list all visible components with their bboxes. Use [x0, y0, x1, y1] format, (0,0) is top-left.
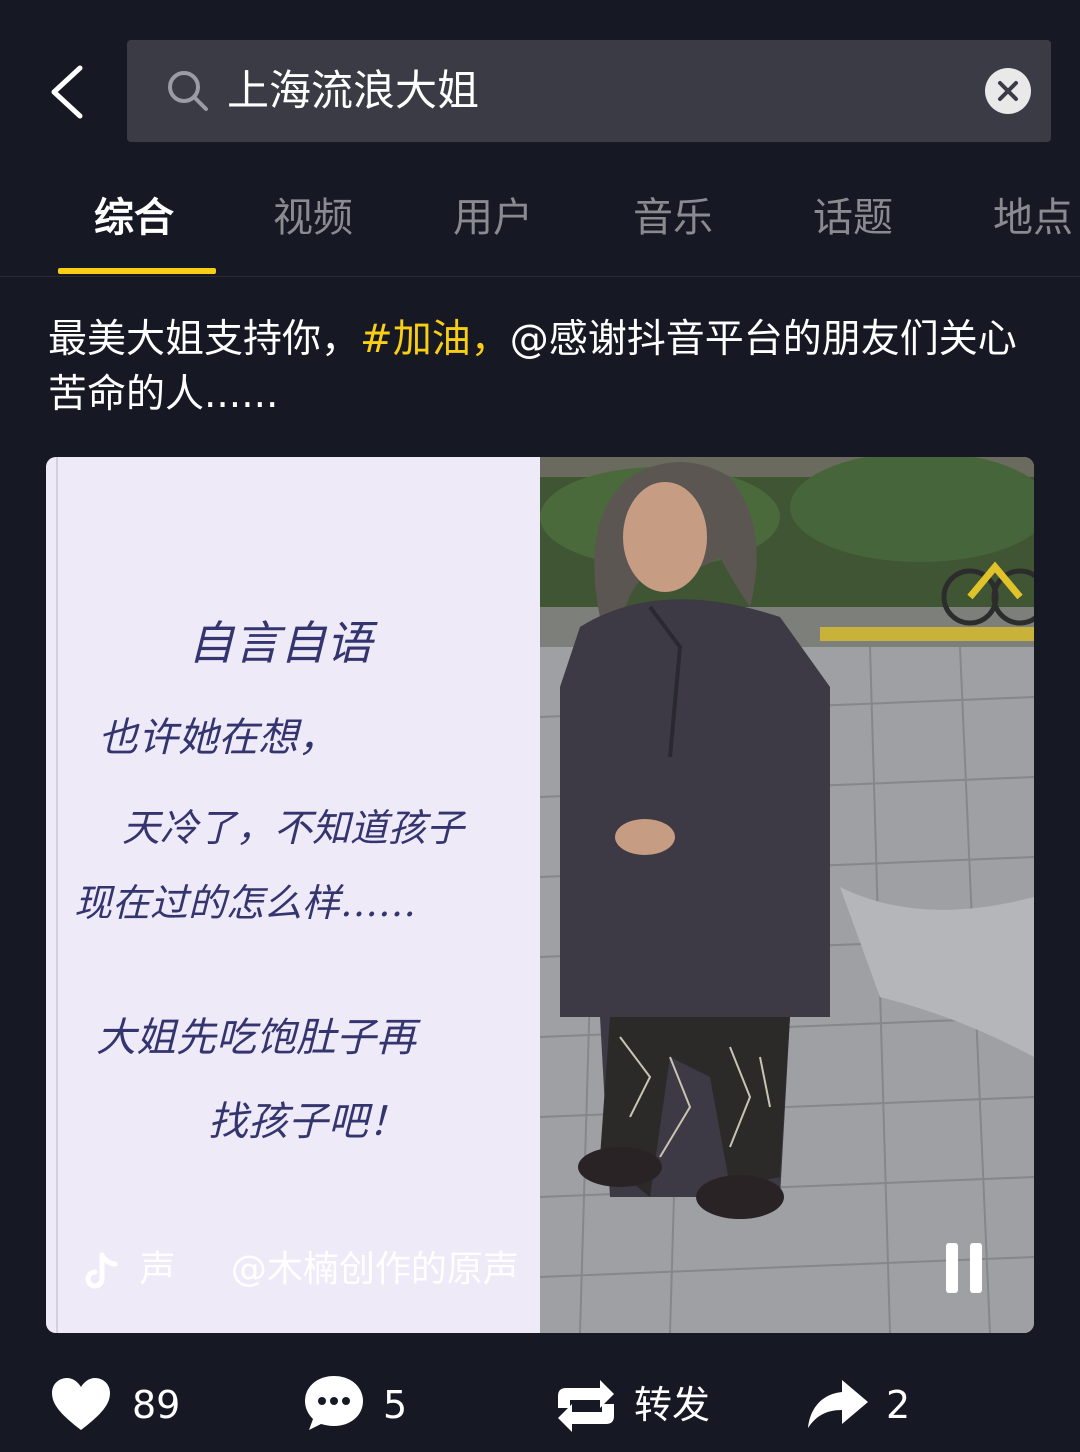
tab-topics[interactable]: 话题	[813, 190, 893, 246]
tab-general[interactable]: 综合	[94, 190, 174, 246]
music-title[interactable]: @木楠创作的原声	[231, 1249, 519, 1290]
search-query[interactable]: 上海流浪大姐	[227, 62, 479, 120]
search-icon	[168, 71, 208, 111]
pause-button[interactable]	[944, 1243, 986, 1293]
search-tabs: 综合 视频 用户 音乐 话题 地点	[0, 180, 1080, 277]
comment-icon[interactable]	[302, 1372, 366, 1434]
note-line: 找孩子吧！	[208, 1099, 408, 1145]
repost-icon[interactable]	[552, 1378, 620, 1434]
handwritten-note: 自言自语 也许她在想， 天冷了，不知道孩子 现在过的怎么样…… 大姐先吃饱肚子再…	[46, 457, 540, 1333]
top-bar: 上海流浪大姐	[0, 0, 1080, 180]
active-tab-indicator	[58, 268, 216, 274]
back-arrow-icon[interactable]	[40, 60, 100, 124]
pause-bar	[946, 1243, 958, 1293]
tab-music[interactable]: 音乐	[633, 190, 713, 246]
tab-places[interactable]: 地点	[993, 190, 1073, 246]
share-arrow-icon[interactable]	[806, 1378, 870, 1430]
music-prefix: 声	[139, 1249, 176, 1290]
caption-text: 最美大姐支持你，	[48, 317, 361, 362]
tab-users[interactable]: 用户	[453, 190, 533, 246]
share-count: 2	[886, 1383, 911, 1427]
video-photo-woman	[540, 457, 1034, 1333]
note-line: 现在过的怎么样……	[74, 881, 417, 925]
post-caption: 最美大姐支持你，#加油，@感谢抖音平台的朋友们关心苦命的人......	[48, 312, 1038, 422]
search-bar[interactable]: 上海流浪大姐	[127, 40, 1051, 142]
note-title: 自言自语	[188, 616, 372, 670]
pause-bar	[970, 1243, 982, 1293]
note-line: 也许她在想，	[98, 715, 338, 761]
hashtag-link[interactable]: #加油，	[360, 317, 510, 362]
music-info[interactable]: 声 @木楠创作的原声	[82, 1247, 519, 1293]
comment-count: 5	[383, 1383, 408, 1427]
paper-margin-line	[56, 457, 58, 1333]
video-player[interactable]: 自言自语 也许她在想， 天冷了，不知道孩子 现在过的怎么样…… 大姐先吃饱肚子再…	[46, 457, 1034, 1333]
action-bar: 89 5 转发 2	[0, 1360, 1080, 1452]
tiktok-music-icon	[85, 1252, 118, 1289]
repost-label[interactable]: 转发	[634, 1380, 710, 1430]
note-line: 天冷了，不知道孩子	[122, 806, 465, 850]
clear-search-icon[interactable]	[985, 68, 1031, 114]
tab-videos[interactable]: 视频	[273, 190, 353, 246]
note-line: 大姐先吃饱肚子再	[96, 1015, 416, 1061]
like-count: 89	[132, 1383, 181, 1427]
heart-icon[interactable]	[50, 1376, 112, 1434]
